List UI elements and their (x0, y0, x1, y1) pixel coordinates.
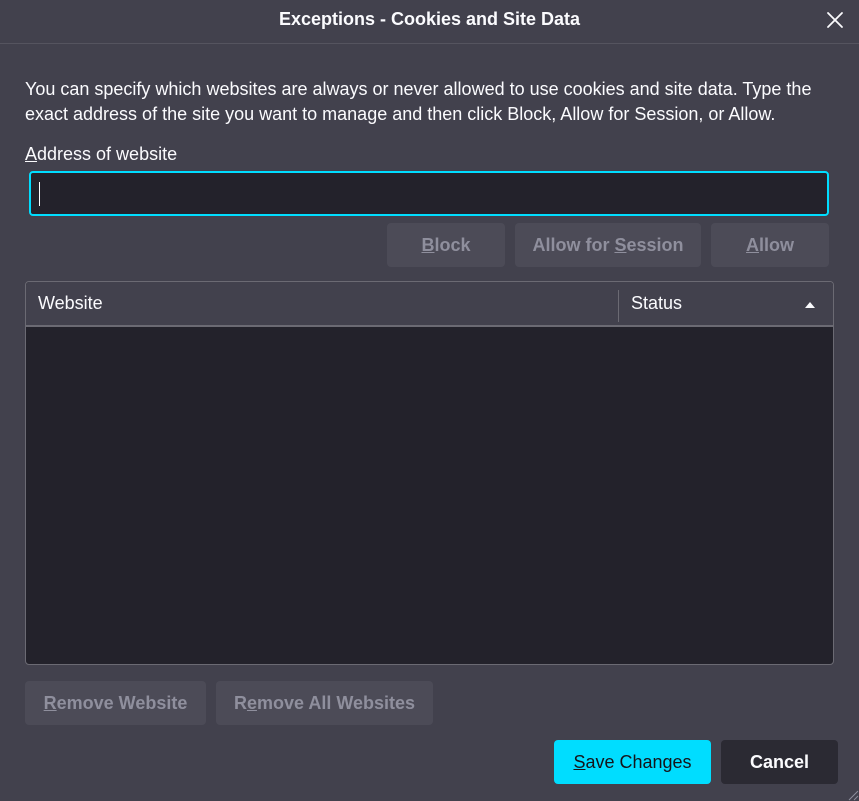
dialog-titlebar: Exceptions - Cookies and Site Data (0, 0, 859, 44)
address-input[interactable] (29, 171, 829, 216)
table-header: Website Status (26, 282, 833, 327)
sort-ascending-icon (804, 301, 816, 309)
dialog-title: Exceptions - Cookies and Site Data (278, 9, 581, 29)
cancel-button[interactable]: Cancel (721, 740, 838, 784)
column-splitter[interactable] (618, 290, 619, 322)
dialog-description: You can specify which websites are alway… (25, 79, 812, 124)
address-label-accesskey: A (25, 144, 38, 164)
exceptions-table[interactable]: Website Status (25, 281, 834, 665)
allow-for-session-button[interactable]: Allow for Session (515, 223, 701, 267)
remove-all-websites-button[interactable]: Re move All Websites (216, 681, 433, 725)
column-header-status[interactable]: Status (631, 282, 831, 325)
close-button[interactable] (823, 8, 847, 32)
address-label: Address of website (25, 144, 177, 165)
save-changes-button[interactable]: Save Changes (554, 740, 711, 784)
column-header-website[interactable]: Website (38, 282, 618, 325)
address-label-text: ddress of website (37, 144, 178, 164)
resize-grip-icon[interactable] (845, 787, 859, 801)
allow-button[interactable]: Allow (711, 223, 829, 267)
remove-website-button[interactable]: Remove Website (25, 681, 206, 725)
close-icon (827, 12, 843, 28)
text-caret (39, 182, 40, 206)
block-button[interactable]: Block (387, 223, 505, 267)
